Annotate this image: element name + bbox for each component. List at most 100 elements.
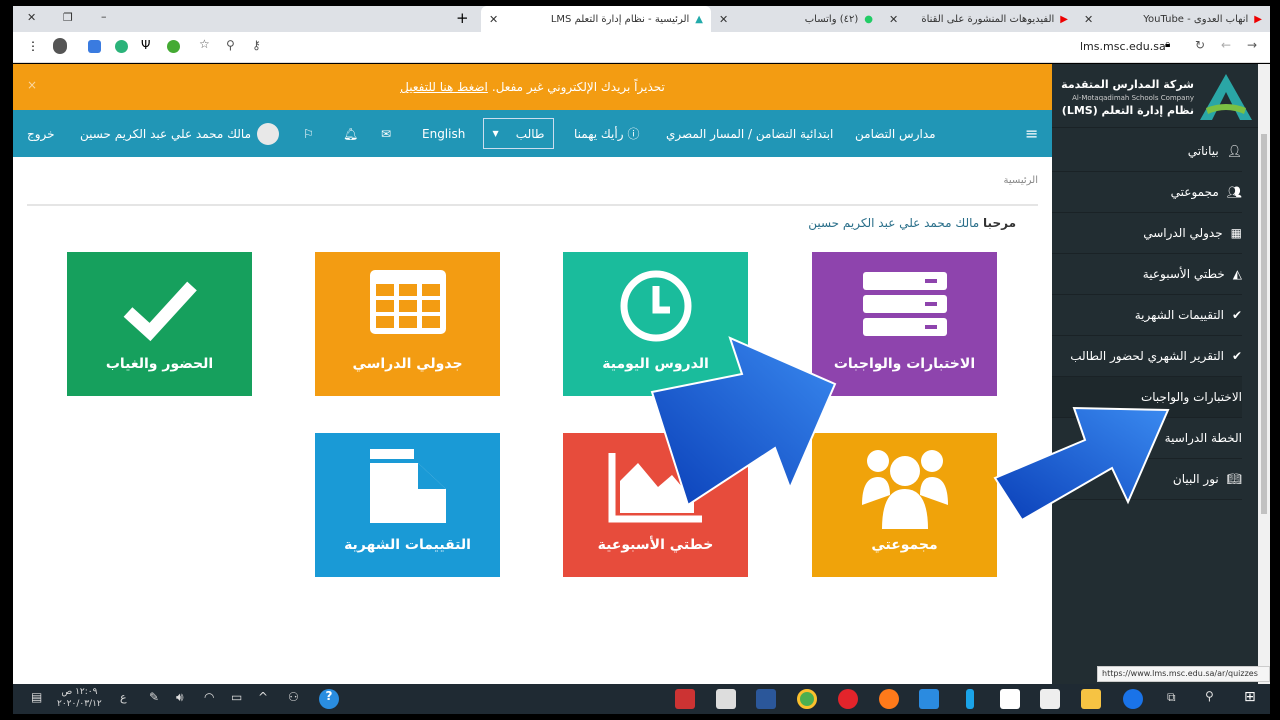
- tile-quizzes[interactable]: الاختبارات والواجبات: [812, 252, 997, 396]
- tile-daily-lessons[interactable]: الدروس اليومية: [563, 252, 748, 396]
- sidebar-item-weekly-plan[interactable]: ◭ خطتي الأسبوعية: [1052, 254, 1242, 295]
- firefox-icon[interactable]: [879, 689, 899, 709]
- breadcrumb[interactable]: الرئيسية: [1004, 175, 1038, 186]
- task-view-icon[interactable]: ⧉: [1167, 690, 1176, 705]
- wifi-icon[interactable]: ◠: [204, 690, 214, 704]
- forward-icon[interactable]: ←: [1221, 38, 1231, 52]
- close-tab-icon[interactable]: ✕: [489, 13, 498, 26]
- extension-icon[interactable]: Ψ: [141, 38, 150, 52]
- email-warning-banner: تحذيراً بريدك الإلكتروني غير مفعل. اضغط ه…: [13, 64, 1052, 110]
- battery-icon[interactable]: ▭: [231, 690, 242, 704]
- app-icon[interactable]: [716, 689, 736, 709]
- back-icon[interactable]: →: [1247, 38, 1257, 52]
- activate-email-link[interactable]: اضغط هنا للتفعيل: [400, 80, 488, 94]
- tab-lms[interactable]: ▲ الرئيسية - نظام إدارة التعلم LMS ✕: [481, 6, 711, 32]
- clock[interactable]: ١٢:٠٩ ص ٢٠٢٠/٠٣/١٢: [57, 686, 102, 710]
- key-icon[interactable]: ⚷: [252, 38, 261, 52]
- tile-monthly-assessments[interactable]: التقييمات الشهرية: [315, 433, 500, 577]
- url-field[interactable]: lms.msc.edu.sa: [1080, 40, 1166, 53]
- pen-icon[interactable]: ✎: [149, 690, 159, 704]
- amazon-icon[interactable]: [1000, 689, 1020, 709]
- people-icon[interactable]: ⚇: [288, 690, 299, 704]
- hamburger-menu-icon[interactable]: ≡: [1025, 110, 1038, 157]
- chrome-icon[interactable]: [797, 689, 817, 709]
- bookmark-star-icon[interactable]: ☆: [199, 37, 210, 51]
- opera-icon[interactable]: [838, 689, 858, 709]
- lock-icon[interactable]: 🔒︎: [1165, 39, 1170, 50]
- whatsapp-icon: ●: [864, 13, 873, 25]
- maximize-button[interactable]: ❐: [63, 11, 73, 24]
- sidebar-item-my-group[interactable]: 👥︎ مجموعتي: [1052, 172, 1242, 213]
- feedback-link[interactable]: رأيك يهمنا ⓘ: [574, 110, 640, 157]
- extension-icon[interactable]: [115, 40, 128, 53]
- tab-youtube-videos[interactable]: ▶ الفيديوهات المنشورة على القناة ✕: [881, 6, 1076, 32]
- lms-logo-icon: [1200, 74, 1252, 120]
- extension-icon[interactable]: [167, 40, 180, 53]
- brand-logo: شركة المدارس المتقدمة Al-Motaqadimah Sch…: [1052, 64, 1258, 128]
- users-icon: 👥︎: [1226, 185, 1242, 199]
- sidebar-item-my-data[interactable]: 👤︎ بياناتي: [1052, 131, 1242, 172]
- table-icon: ▦: [1230, 226, 1242, 240]
- taskbar: ▤ ١٢:٠٩ ص ٢٠٢٠/٠٣/١٢ ع ✎ 🔊︎ ◠ ▭ ^ ⚇ ? ⧉ ⚲…: [13, 684, 1270, 714]
- role-dropdown[interactable]: ▼ طالب: [483, 118, 554, 149]
- envelope-icon[interactable]: ✉: [381, 110, 391, 157]
- extension-icon[interactable]: [88, 40, 101, 53]
- branch-link[interactable]: ابتدائية التضامن / المسار المصري: [666, 110, 833, 157]
- tile-schedule[interactable]: جدولي الدراسي: [315, 252, 500, 396]
- tab-youtube[interactable]: ▶ انهاب العدوى - YouTube ✕: [1076, 6, 1270, 32]
- sidebar-item-monthly-assessments[interactable]: ✔ التقييمات الشهرية: [1052, 295, 1242, 336]
- scrollbar[interactable]: [1258, 64, 1270, 684]
- volume-icon[interactable]: 🔊︎: [176, 690, 184, 705]
- tile-attendance[interactable]: الحضور والغياب: [67, 252, 252, 396]
- sidebar-item-schedule[interactable]: ▦ جدولي الدراسي: [1052, 213, 1242, 254]
- help-icon[interactable]: ?: [319, 689, 339, 709]
- user-menu[interactable]: مالك محمد علي عبد الكريم حسين: [80, 110, 279, 157]
- close-tab-icon[interactable]: ✕: [1084, 13, 1093, 26]
- sidebar: شركة المدارس المتقدمة Al-Motaqadimah Sch…: [1052, 64, 1258, 684]
- edge-icon[interactable]: [1123, 689, 1143, 709]
- flag-icon[interactable]: ⚐: [303, 110, 314, 157]
- close-tab-icon[interactable]: ✕: [889, 13, 898, 26]
- clock-icon: [620, 270, 691, 342]
- book-icon: 📖︎: [1226, 472, 1242, 486]
- tile-weekly-plan[interactable]: خطتي الأسبوعية: [563, 433, 748, 577]
- logout-link[interactable]: خروج: [27, 110, 55, 157]
- top-navbar: ≡ مدارس التضامن ابتدائية التضامن / المسا…: [13, 110, 1052, 157]
- zoom-icon[interactable]: ⚲: [226, 38, 235, 52]
- tile-my-group[interactable]: مجموعتي: [812, 433, 997, 577]
- notifications-icon[interactable]: ▤: [31, 690, 42, 704]
- main-content: الرئيسية مرحبا مالك محمد علي عبد الكريم …: [13, 157, 1052, 684]
- menu-icon[interactable]: ⋮: [27, 39, 39, 53]
- school-link[interactable]: مدارس التضامن: [855, 110, 936, 157]
- table-icon: [369, 270, 446, 334]
- close-banner-button[interactable]: ×: [27, 78, 37, 92]
- youtube-icon: ▶: [1254, 13, 1262, 25]
- app-icon[interactable]: [966, 689, 974, 709]
- mail-icon[interactable]: [919, 689, 939, 709]
- close-window-button[interactable]: ✕: [27, 11, 36, 24]
- language-indicator[interactable]: ع: [120, 691, 127, 704]
- welcome-text: مرحبا مالك محمد علي عبد الكريم حسين: [808, 216, 1016, 230]
- sidebar-item-study-plan[interactable]: الخطة الدراسية: [1052, 418, 1242, 459]
- close-tab-icon[interactable]: ✕: [719, 13, 728, 26]
- language-switch[interactable]: English: [422, 110, 465, 157]
- new-tab-button[interactable]: +: [456, 9, 469, 27]
- scrollbar-thumb[interactable]: [1261, 134, 1267, 514]
- reload-icon[interactable]: ↻: [1195, 38, 1205, 52]
- app-recorder-icon[interactable]: [675, 689, 695, 709]
- search-icon[interactable]: ⚲: [1205, 689, 1214, 703]
- minimize-button[interactable]: –: [101, 10, 107, 23]
- tab-whatsapp[interactable]: ● (٤٢) واتساب ✕: [711, 6, 881, 32]
- store-icon[interactable]: [1040, 689, 1060, 709]
- sidebar-item-quizzes[interactable]: الاختبارات والواجبات: [1052, 377, 1242, 418]
- profile-avatar[interactable]: [53, 38, 67, 54]
- check-icon: [123, 281, 197, 342]
- file-explorer-icon[interactable]: [1081, 689, 1101, 709]
- sidebar-item-noor-albayan[interactable]: 📖︎ نور البيان: [1052, 459, 1242, 500]
- word-icon[interactable]: [756, 689, 776, 709]
- chevron-up-icon[interactable]: ^: [258, 690, 268, 704]
- bell-icon[interactable]: 🔔︎: [343, 110, 358, 157]
- sidebar-item-attendance-report[interactable]: ✔ التقرير الشهري لحضور الطالب: [1052, 336, 1242, 377]
- windows-start-icon[interactable]: ⊞: [1244, 689, 1256, 705]
- area-chart-icon: ◭: [1232, 267, 1242, 281]
